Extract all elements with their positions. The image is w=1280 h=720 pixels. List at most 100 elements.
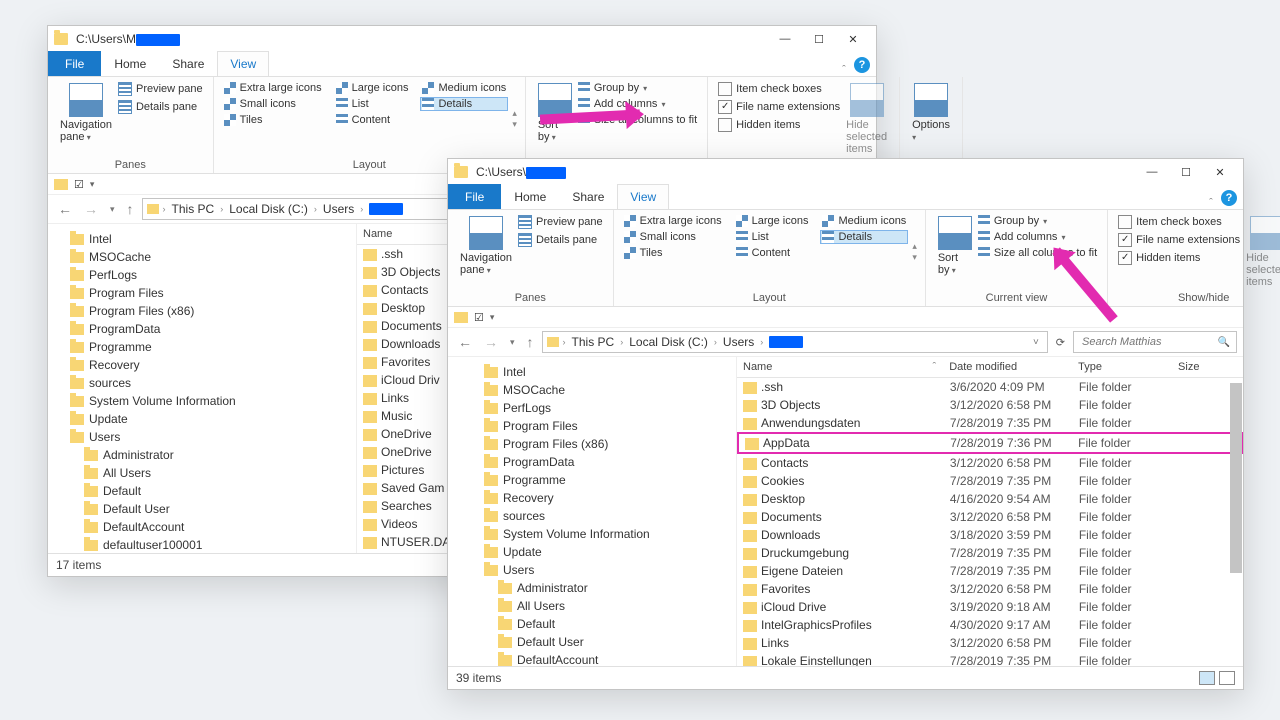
tree-item[interactable]: MSOCache [452,381,732,399]
recent-locations-icon[interactable]: ▾ [506,335,519,350]
layout-small[interactable]: Small icons [222,97,324,111]
layout-large[interactable]: Large icons [334,81,411,95]
layout-medium[interactable]: Medium icons [420,81,508,95]
tree-item[interactable]: All Users [52,464,352,482]
layout-small[interactable]: Small icons [622,230,724,244]
layout-details[interactable]: Details [420,97,508,111]
layout-large[interactable]: Large icons [734,214,811,228]
tree-item[interactable]: ProgramData [452,453,732,471]
column-size[interactable]: Size [1172,357,1243,377]
table-row[interactable]: Eigene Dateien7/28/2019 7:35 PMFile fold… [737,562,1243,580]
layout-tiles[interactable]: Tiles [622,246,724,260]
table-row[interactable]: Downloads3/18/2020 3:59 PMFile folder [737,526,1243,544]
close-button[interactable]: ✕ [836,26,870,52]
tree-item[interactable]: Programme [452,471,732,489]
hidden-items-toggle[interactable]: Hidden items [1116,250,1242,266]
tab-file[interactable]: File [48,51,101,76]
table-row[interactable]: .ssh3/6/2020 4:09 PMFile folder [737,378,1243,396]
tree-item[interactable]: Default User [452,633,732,651]
help-icon[interactable]: ? [1221,190,1237,206]
tree-item[interactable]: DefaultAccount [452,651,732,666]
tree-item[interactable]: Program Files [52,284,352,302]
tree-item[interactable]: Intel [452,363,732,381]
refresh-button[interactable]: ⟳ [1052,336,1069,349]
file-list[interactable]: Name ˆ Date modified Type Size .ssh3/6/2… [737,357,1243,666]
back-button[interactable]: ← [54,199,76,219]
hide-selected-button[interactable]: Hide selected items [842,81,891,157]
tree-item[interactable]: ProgramData [52,320,352,338]
close-button[interactable]: ✕ [1203,159,1237,185]
group-by-button[interactable]: Group by [576,81,699,95]
layout-medium[interactable]: Medium icons [820,214,908,228]
tree-item[interactable]: Intel [52,230,352,248]
tree-item[interactable]: Program Files (x86) [52,302,352,320]
tab-share[interactable]: Share [159,51,217,76]
sort-by-button[interactable]: Sort by [934,214,976,290]
qat-more-icon[interactable] [490,311,495,323]
tree-item[interactable]: All Users [452,597,732,615]
nav-tree[interactable]: IntelMSOCachePerfLogsProgram FilesProgra… [448,357,737,666]
tab-home[interactable]: Home [501,184,559,209]
details-pane-button[interactable]: Details pane [516,232,605,248]
layout-extra-large[interactable]: Extra large icons [222,81,324,95]
item-checkboxes-toggle[interactable]: Item check boxes [1116,214,1242,230]
tree-item[interactable]: Program Files [452,417,732,435]
help-icon[interactable]: ? [854,57,870,73]
navigation-pane-button[interactable]: Navigation pane [56,81,116,157]
tree-item[interactable]: Update [52,410,352,428]
hidden-items-toggle[interactable]: Hidden items [716,117,842,133]
tree-item[interactable]: PerfLogs [52,266,352,284]
table-row[interactable]: Lokale Einstellungen7/28/2019 7:35 PMFil… [737,652,1243,666]
collapse-ribbon-icon[interactable]: ˆ [1201,197,1221,209]
search-icon[interactable] [1218,336,1230,348]
qat-properties-icon[interactable]: ☑ [74,178,84,191]
table-row[interactable]: iCloud Drive3/19/2020 9:18 AMFile folder [737,598,1243,616]
item-checkboxes-toggle[interactable]: Item check boxes [716,81,842,97]
maximize-button[interactable]: ☐ [802,26,836,52]
titlebar[interactable]: C:\Users\M — ☐ ✕ [48,26,876,52]
crumb-users[interactable]: Users [321,202,356,216]
tree-item[interactable]: Users [52,428,352,446]
tab-view[interactable]: View [217,51,269,76]
layout-details[interactable]: Details [820,230,908,244]
table-row[interactable]: Favorites3/12/2020 6:58 PMFile folder [737,580,1243,598]
search-input[interactable] [1080,335,1212,349]
tree-item[interactable]: Recovery [52,356,352,374]
options-button[interactable]: Options [908,81,954,157]
nav-tree[interactable]: IntelMSOCachePerfLogsProgram FilesProgra… [48,224,357,553]
tree-item[interactable]: Programme [52,338,352,356]
up-button[interactable]: ↑ [123,199,138,219]
column-type[interactable]: Type [1072,357,1172,377]
hide-selected-button[interactable]: Hide selected items [1242,214,1280,290]
back-button[interactable]: ← [454,332,476,352]
table-row[interactable]: Anwendungsdaten7/28/2019 7:35 PMFile fol… [737,414,1243,432]
tree-item[interactable]: sources [452,507,732,525]
table-row[interactable]: Documents3/12/2020 6:58 PMFile folder [737,508,1243,526]
layout-tiles[interactable]: Tiles [222,113,324,127]
addr-dropdown-icon[interactable]: ˅ [1029,335,1043,350]
tree-item[interactable]: Program Files (x86) [452,435,732,453]
tree-item[interactable]: Default [52,482,352,500]
preview-pane-button[interactable]: Preview pane [516,214,605,230]
tree-item[interactable]: DefaultAccount [52,518,352,536]
tab-share[interactable]: Share [559,184,617,209]
minimize-button[interactable]: — [768,26,802,52]
table-row[interactable]: IntelGraphicsProfiles4/30/2020 9:17 AMFi… [737,616,1243,634]
preview-pane-button[interactable]: Preview pane [116,81,205,97]
tab-home[interactable]: Home [101,51,159,76]
table-row[interactable]: Contacts3/12/2020 6:58 PMFile folder [737,454,1243,472]
tree-item[interactable]: MSOCache [52,248,352,266]
tab-view[interactable]: View [617,184,669,209]
tree-item[interactable]: Default User [52,500,352,518]
navigation-pane-button[interactable]: Navigation pane [456,214,516,290]
column-name[interactable]: Name ˆ [737,357,943,377]
crumb-local-disk[interactable]: Local Disk (C:) [627,335,710,349]
maximize-button[interactable]: ☐ [1169,159,1203,185]
tree-item[interactable]: PerfLogs [452,399,732,417]
tree-item[interactable]: Default [452,615,732,633]
qat-more-icon[interactable] [90,178,95,190]
large-icons-view-icon[interactable] [1219,671,1235,685]
titlebar[interactable]: C:\Users\ — ☐ ✕ [448,159,1243,185]
tree-item[interactable]: Recovery [452,489,732,507]
tab-file[interactable]: File [448,184,501,209]
